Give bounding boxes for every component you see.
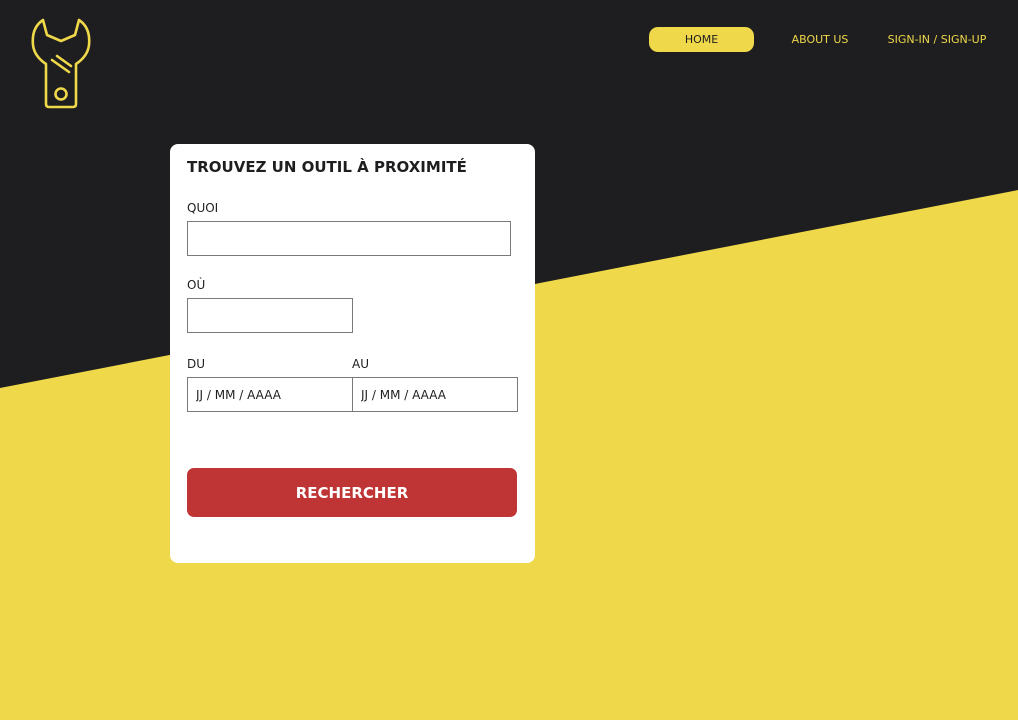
from-date-label: DU xyxy=(187,357,206,371)
logo[interactable] xyxy=(30,18,92,110)
what-input[interactable] xyxy=(187,221,511,256)
from-date-input[interactable] xyxy=(187,377,353,412)
search-button[interactable]: RECHERCHER xyxy=(187,468,517,517)
what-label: QUOI xyxy=(187,201,219,215)
search-card: TROUVEZ UN OUTIL À PROXIMITÉ QUOI OÙ DU … xyxy=(170,144,535,563)
nav-sign-in-sign-up-link[interactable]: SIGN-IN / SIGN-UP xyxy=(884,27,990,52)
to-date-label: AU xyxy=(352,357,369,371)
nav-about-link[interactable]: ABOUT US xyxy=(787,27,853,52)
to-date-input[interactable] xyxy=(352,377,518,412)
search-title: TROUVEZ UN OUTIL À PROXIMITÉ xyxy=(187,158,467,176)
wrench-icon xyxy=(31,18,91,109)
where-label: OÙ xyxy=(187,278,206,292)
nav-home-link[interactable]: HOME xyxy=(649,27,754,52)
where-input[interactable] xyxy=(187,298,353,333)
